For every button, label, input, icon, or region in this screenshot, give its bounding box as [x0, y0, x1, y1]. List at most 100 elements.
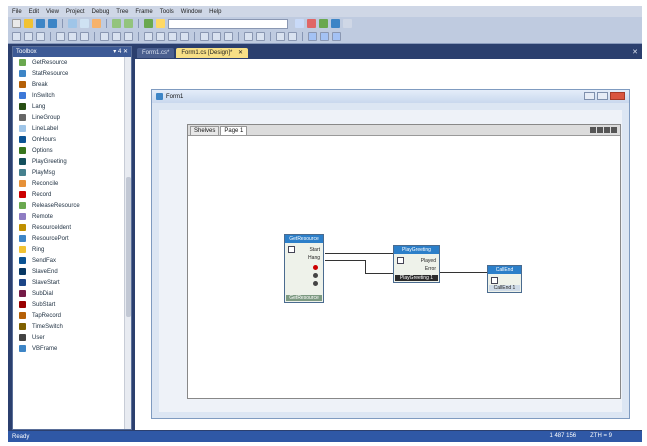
flow-tab-control[interactable]: Shelves Page 1 GetResource Start Hang Ge… — [187, 124, 621, 399]
find-icon[interactable] — [295, 19, 304, 28]
play-greeting-block[interactable]: PlayGreeting Played Error PlayGreeting 1 — [393, 245, 440, 283]
open-icon[interactable] — [24, 19, 33, 28]
toolbox-item[interactable]: ReleaseResource — [13, 200, 125, 211]
solution-config-combo[interactable] — [168, 18, 288, 29]
start-debug-icon[interactable] — [144, 19, 153, 28]
toolbox-item[interactable]: Record — [13, 189, 125, 200]
same-height-icon[interactable] — [112, 32, 121, 41]
paste-icon[interactable] — [92, 19, 101, 28]
menu-window[interactable]: Window — [181, 9, 202, 15]
toolbox-scroll-thumb[interactable] — [126, 177, 131, 317]
object-browser-icon[interactable] — [331, 19, 340, 28]
menu-file[interactable]: File — [12, 9, 22, 15]
toolbox-item[interactable]: OnHours — [13, 134, 125, 145]
toolbox-item[interactable]: TimeSwitch — [13, 321, 125, 332]
vspacing-inc-icon[interactable] — [212, 32, 221, 41]
toolbox-item[interactable]: InSwitch — [13, 90, 125, 101]
toolbox-item[interactable]: SubDial — [13, 288, 125, 299]
nav-prev-icon[interactable] — [597, 127, 603, 133]
toolbox-item[interactable]: Reconcile — [13, 178, 125, 189]
center-v-icon[interactable] — [256, 32, 265, 41]
nav-next-icon[interactable] — [604, 127, 610, 133]
close-icon[interactable] — [610, 92, 625, 100]
close-icon[interactable]: ✕ — [238, 50, 243, 56]
toolbox-item[interactable]: Ring — [13, 244, 125, 255]
hspacing-dec-icon[interactable] — [168, 32, 177, 41]
form-window[interactable]: Form1 Shelves Page 1 GetResource Start H… — [151, 89, 630, 419]
toolbox-title-bar[interactable]: Toolbox ▾ 4 ✕ — [13, 47, 131, 57]
menu-tools[interactable]: Tools — [160, 9, 174, 15]
toolbox-item[interactable]: Break — [13, 79, 125, 90]
designer-surface[interactable]: Form1 Shelves Page 1 GetResource Start H… — [135, 59, 642, 430]
get-resource-block[interactable]: GetResource Start Hang GetResource — [284, 234, 324, 303]
flow-canvas[interactable]: GetResource Start Hang GetResource PlayG… — [188, 137, 620, 398]
center-h-icon[interactable] — [244, 32, 253, 41]
vspacing-dec-icon[interactable] — [224, 32, 233, 41]
align-right-icon[interactable] — [36, 32, 45, 41]
toolbox-item[interactable]: Remote — [13, 211, 125, 222]
toolbox-item[interactable]: ResourcePort — [13, 233, 125, 244]
tab-order-icon[interactable] — [308, 32, 317, 41]
bring-front-icon[interactable] — [276, 32, 285, 41]
tab-form1-code[interactable]: Form1.cs* — [137, 48, 175, 58]
hspacing-inc-icon[interactable] — [156, 32, 165, 41]
align-left-icon[interactable] — [12, 32, 21, 41]
menu-frame[interactable]: Frame — [135, 9, 152, 15]
undo-icon[interactable] — [112, 19, 121, 28]
menu-edit[interactable]: Edit — [29, 9, 39, 15]
nav-first-icon[interactable] — [590, 127, 596, 133]
menu-view[interactable]: View — [46, 9, 59, 15]
toolbox-item[interactable]: TapRecord — [13, 310, 125, 321]
align-center-icon[interactable] — [24, 32, 33, 41]
toolbox-item[interactable]: Options — [13, 145, 125, 156]
config-icon[interactable] — [156, 19, 165, 28]
save-all-icon[interactable] — [48, 19, 57, 28]
toolbox-icon[interactable] — [319, 19, 328, 28]
toolbox-item[interactable]: SlaveEnd — [13, 266, 125, 277]
toolbox-pin-controls[interactable]: ▾ 4 ✕ — [113, 47, 128, 57]
call-end-block[interactable]: CallEnd CallEnd 1 — [487, 265, 522, 293]
redo-icon[interactable] — [124, 19, 133, 28]
properties-icon[interactable] — [307, 19, 316, 28]
grid-icon[interactable] — [332, 32, 341, 41]
toolbox-item[interactable]: SendFax — [13, 255, 125, 266]
toolbox-item[interactable]: LineGroup — [13, 112, 125, 123]
toolbox-item[interactable]: User — [13, 332, 125, 343]
menu-help[interactable]: Help — [209, 9, 221, 15]
menu-debug[interactable]: Debug — [92, 9, 110, 15]
hspacing-remove-icon[interactable] — [180, 32, 189, 41]
toolbox-item[interactable]: SubStart — [13, 299, 125, 310]
tab-page-1[interactable]: Page 1 — [220, 126, 248, 135]
maximize-icon[interactable] — [597, 92, 608, 100]
close-document-icon[interactable]: ✕ — [632, 48, 638, 56]
toolbox-item[interactable]: PlayMsg — [13, 167, 125, 178]
toolbox-item[interactable]: PlayGreeting — [13, 156, 125, 167]
tab-form1-design[interactable]: Form1.cs [Design]* ✕ — [176, 48, 249, 58]
lock-controls-icon[interactable] — [320, 32, 329, 41]
more-icon[interactable] — [343, 19, 352, 28]
align-top-icon[interactable] — [56, 32, 65, 41]
toolbox-item[interactable]: StatResource — [13, 68, 125, 79]
align-bottom-icon[interactable] — [80, 32, 89, 41]
save-icon[interactable] — [36, 19, 45, 28]
toolbox-item[interactable]: VBFrame — [13, 343, 125, 354]
toolbox-scrollbar[interactable] — [124, 57, 131, 429]
toolbox-item[interactable]: Lang — [13, 101, 125, 112]
nav-last-icon[interactable] — [611, 127, 617, 133]
vspacing-icon[interactable] — [200, 32, 209, 41]
copy-icon[interactable] — [80, 19, 89, 28]
menu-tree[interactable]: Tree — [116, 9, 128, 15]
minimize-icon[interactable] — [584, 92, 595, 100]
same-size-icon[interactable] — [124, 32, 133, 41]
tab-shelves[interactable]: Shelves — [190, 126, 220, 135]
toolbox-item[interactable]: ResourceIdent — [13, 222, 125, 233]
hspacing-icon[interactable] — [144, 32, 153, 41]
cut-icon[interactable] — [68, 19, 77, 28]
menu-project[interactable]: Project — [66, 9, 85, 15]
align-middle-icon[interactable] — [68, 32, 77, 41]
toolbox-item[interactable]: LineLabel — [13, 123, 125, 134]
new-project-icon[interactable] — [12, 19, 21, 28]
toolbox-item[interactable]: GetResource — [13, 57, 125, 68]
toolbox-item[interactable]: SlaveStart — [13, 277, 125, 288]
send-back-icon[interactable] — [288, 32, 297, 41]
